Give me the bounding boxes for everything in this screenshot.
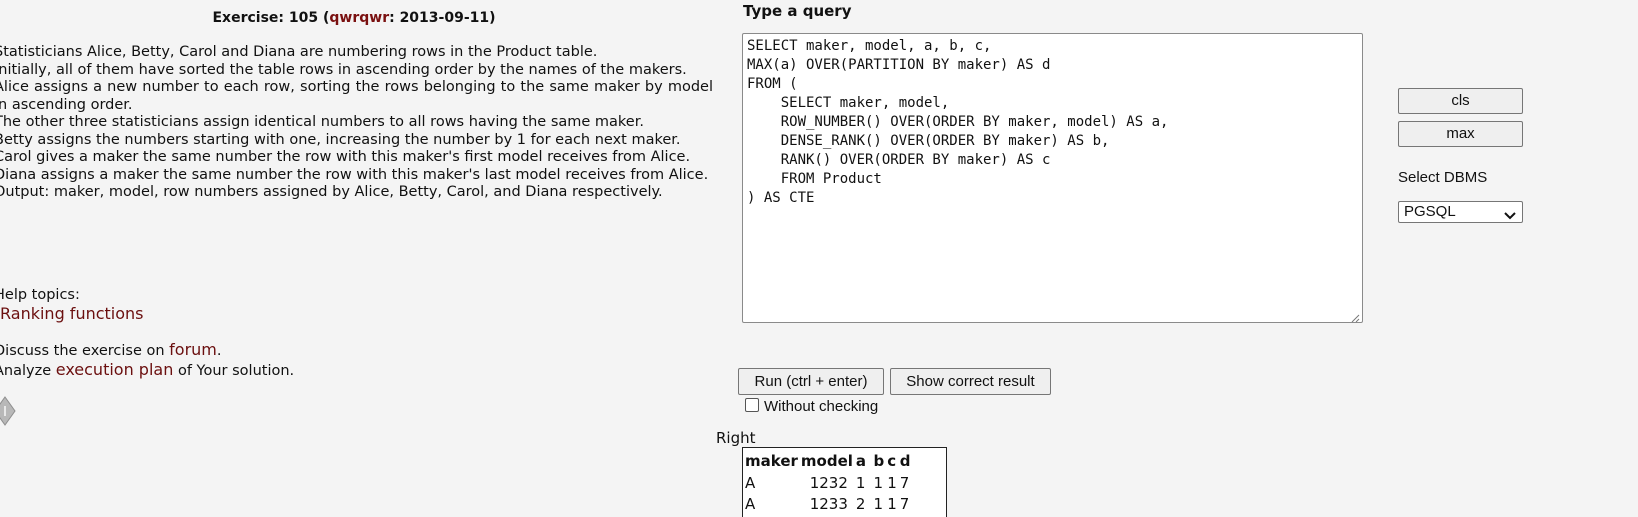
without-checking-checkbox[interactable] (745, 398, 759, 412)
table-cell: 1 (873, 494, 883, 513)
analyze-line: Analyze execution plan of Your solution. (0, 361, 294, 381)
table-cell: 7 (899, 494, 910, 513)
help-link-ranking-functions[interactable]: Ranking functions (0, 305, 144, 323)
page: Exercise: 105 (qwrqwr: 2013-09-11) Stati… (0, 0, 1638, 517)
description-line: Initially, all of them have sorted the t… (0, 61, 687, 78)
table-cell: 1 (887, 494, 897, 513)
chevron-down-icon (1504, 207, 1516, 220)
resize-grip-icon[interactable] (1350, 310, 1360, 323)
diamond-hint-icon[interactable] (0, 396, 16, 426)
description-line: Output: maker, model, row numbers assign… (0, 184, 663, 200)
show-correct-result-button[interactable]: Show correct result (890, 368, 1051, 395)
run-button[interactable]: Run (ctrl + enter) (738, 368, 884, 395)
description-line: Alice assigns a new number to each row, … (0, 79, 713, 113)
column-header: a (855, 452, 867, 470)
exercise-description: Statisticians Alice, Betty, Carol and Di… (0, 44, 713, 202)
query-title: Type a query (743, 2, 852, 20)
table-row: A 1232 1 1 1 7 (745, 472, 914, 493)
execution-plan-link[interactable]: execution plan (56, 360, 174, 379)
result-status: Right (716, 429, 756, 447)
result-table-box: maker model a b c d A 1232 1 1 1 7 A 123… (742, 447, 947, 517)
column-header: b (873, 452, 885, 470)
without-checking-row[interactable]: Without checking (745, 398, 878, 416)
table-cell: 1 (873, 473, 883, 492)
column-header: c (887, 452, 897, 470)
help-topics-label: Help topics: (0, 287, 80, 303)
discuss-text: Discuss the exercise on (0, 343, 170, 359)
analyze-text: Analyze (0, 363, 56, 379)
query-editor[interactable]: SELECT maker, model, a, b, c, MAX(a) OVE… (742, 33, 1363, 323)
dbms-selected-value: PGSQL (1404, 203, 1456, 220)
discuss-line: Discuss the exercise on forum. (0, 341, 222, 361)
max-button[interactable]: max (1398, 121, 1523, 147)
table-cell: A (745, 473, 756, 492)
table-header-row: maker model a b c d (745, 450, 914, 472)
table-cell: 2 (855, 494, 866, 513)
exercise-number: Exercise: 105 ( (212, 10, 330, 26)
select-dbms-label: Select DBMS (1398, 169, 1488, 186)
column-header: maker (745, 452, 798, 470)
table-cell: 7 (899, 473, 910, 492)
dbms-select[interactable]: PGSQL (1398, 201, 1523, 223)
query-text[interactable]: SELECT maker, model, a, b, c, MAX(a) OVE… (747, 38, 1168, 206)
table-row: A 1233 2 1 1 7 (745, 493, 914, 514)
exercise-date: : 2013-09-11) (389, 10, 496, 26)
table-cell: A (745, 494, 756, 513)
description-line: The other three statisticians assign ide… (0, 114, 644, 130)
table-cell: 1 (855, 473, 866, 492)
description-line: Statisticians Alice, Betty, Carol and Di… (0, 44, 598, 60)
description-line: Carol gives a maker the same number the … (0, 149, 691, 165)
table-cell: 1 (887, 473, 897, 492)
result-table: maker model a b c d A 1232 1 1 1 7 A 123… (745, 450, 914, 514)
forum-link[interactable]: forum (169, 340, 217, 359)
without-checking-label[interactable]: Without checking (764, 398, 878, 415)
description-line: Betty assigns the numbers starting with … (0, 131, 681, 148)
table-cell: 1233 (809, 494, 848, 513)
exercise-author[interactable]: qwrqwr (329, 10, 389, 26)
column-header: d (899, 452, 911, 470)
exercise-title: Exercise: 105 (qwrqwr: 2013-09-11) (0, 10, 714, 28)
description-line: Diana assigns a maker the same number th… (0, 166, 709, 183)
discuss-dot: . (216, 343, 222, 359)
analyze-suffix: of Your solution. (173, 363, 295, 379)
table-cell: 1232 (809, 473, 848, 492)
column-header: model (800, 452, 853, 470)
cls-button[interactable]: cls (1398, 88, 1523, 114)
